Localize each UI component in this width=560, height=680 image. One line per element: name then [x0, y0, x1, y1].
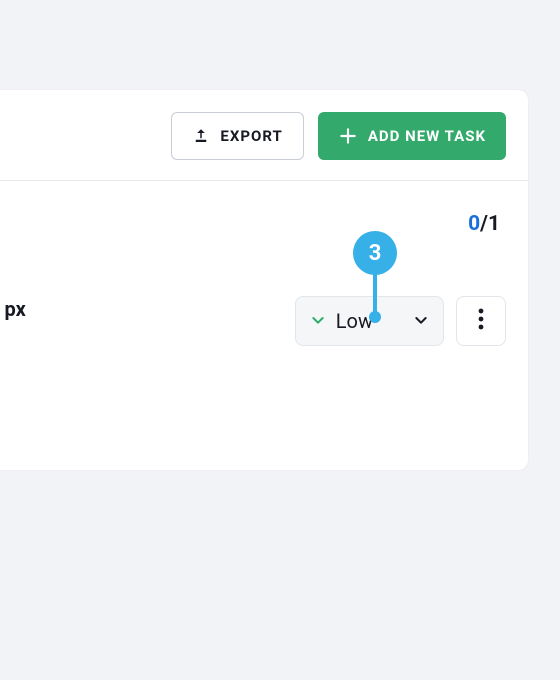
callout-tip [369, 311, 381, 323]
step-callout: 3 [353, 231, 397, 275]
plus-icon [338, 126, 358, 146]
add-task-label: ADD NEW TASK [368, 127, 486, 145]
toolbar: EXPORT ADD NEW TASK [0, 90, 528, 181]
callout-number: 3 [369, 241, 382, 266]
counter-total: 1 [488, 212, 500, 236]
task-detail-2: from the Top-10: [0, 364, 279, 393]
add-new-task-button[interactable]: ADD NEW TASK [318, 112, 506, 160]
export-label: EXPORT [220, 127, 282, 145]
kebab-icon [478, 308, 484, 334]
task-actions: Low [295, 296, 506, 346]
callout-stem [373, 274, 377, 314]
task-counter: 0/1 [468, 212, 500, 236]
priority-select[interactable]: Low [295, 296, 444, 346]
task-detail-1: nded value: up to [0, 335, 279, 364]
task-detail-3: r the Top-10: 923 [0, 394, 279, 423]
export-button[interactable]: EXPORT [171, 112, 303, 160]
priority-label: Low [336, 309, 373, 333]
counter-sep: / [480, 212, 488, 236]
chevron-down-icon [310, 309, 326, 333]
task-content: tion length by 19 px nded value: up to f… [0, 294, 528, 423]
task-title: tion length by 19 px [0, 294, 279, 325]
upload-icon [192, 127, 210, 145]
more-actions-button[interactable] [456, 296, 506, 346]
task-text: tion length by 19 px nded value: up to f… [0, 294, 279, 423]
counter-done: 0 [468, 212, 480, 236]
task-row: tion length by 19 px nded value: up to f… [0, 294, 528, 423]
chevron-down-icon [413, 309, 429, 333]
task-card: EXPORT ADD NEW TASK 0/1 tion length by 1… [0, 90, 528, 470]
